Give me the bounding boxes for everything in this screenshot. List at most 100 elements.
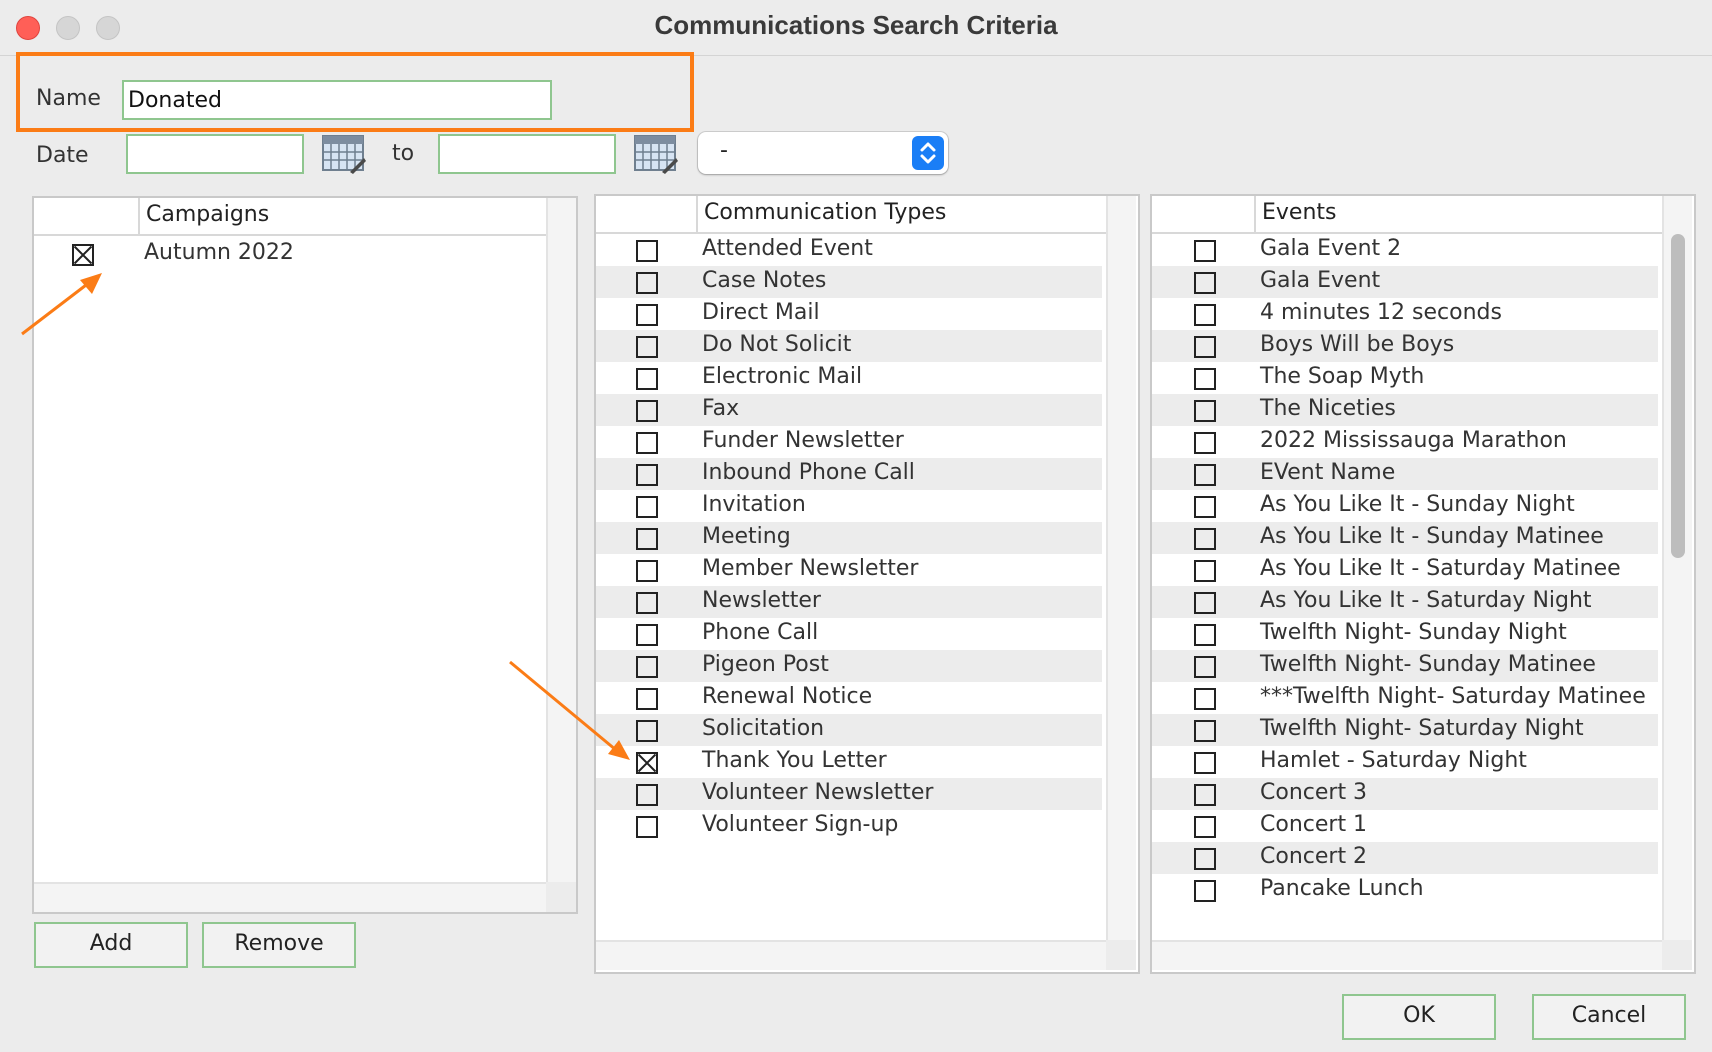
communication-types-horizontal-scrollbar[interactable] bbox=[596, 940, 1106, 970]
list-item[interactable]: As You Like It - Saturday Matinee bbox=[1152, 554, 1658, 586]
list-item[interactable]: Fax bbox=[596, 394, 1102, 426]
row-checkbox[interactable] bbox=[636, 656, 658, 678]
add-campaign-button[interactable]: Add bbox=[34, 922, 188, 968]
list-item[interactable]: Electronic Mail bbox=[596, 362, 1102, 394]
row-checkbox[interactable] bbox=[1194, 272, 1216, 294]
remove-campaign-button[interactable]: Remove bbox=[202, 922, 356, 968]
list-item[interactable]: Funder Newsletter bbox=[596, 426, 1102, 458]
list-item[interactable]: Twelfth Night- Sunday Night bbox=[1152, 618, 1658, 650]
row-checkbox[interactable] bbox=[1194, 848, 1216, 870]
row-checkbox[interactable] bbox=[1194, 240, 1216, 262]
communication-types-list[interactable]: Communication Types Attended Event Case N… bbox=[594, 194, 1140, 974]
row-checkbox[interactable] bbox=[636, 752, 658, 774]
list-item[interactable]: Concert 2 bbox=[1152, 842, 1658, 874]
list-item[interactable]: Do Not Solicit bbox=[596, 330, 1102, 362]
cancel-button[interactable]: Cancel bbox=[1532, 994, 1686, 1040]
list-item[interactable]: Invitation bbox=[596, 490, 1102, 522]
row-checkbox[interactable] bbox=[1194, 528, 1216, 550]
date-from-calendar-button[interactable] bbox=[322, 134, 366, 174]
row-checkbox[interactable] bbox=[636, 432, 658, 454]
row-checkbox[interactable] bbox=[636, 592, 658, 614]
row-checkbox[interactable] bbox=[1194, 432, 1216, 454]
communication-types-column-header[interactable]: Communication Types bbox=[698, 196, 952, 234]
list-item[interactable]: 4 minutes 12 seconds bbox=[1152, 298, 1658, 330]
list-item[interactable]: Pigeon Post bbox=[596, 650, 1102, 682]
list-item[interactable]: As You Like It - Saturday Night bbox=[1152, 586, 1658, 618]
list-item[interactable]: As You Like It - Sunday Matinee bbox=[1152, 522, 1658, 554]
list-item[interactable]: As You Like It - Sunday Night bbox=[1152, 490, 1658, 522]
campaigns-horizontal-scrollbar[interactable] bbox=[34, 882, 546, 912]
row-checkbox[interactable] bbox=[636, 816, 658, 838]
row-checkbox[interactable] bbox=[1194, 560, 1216, 582]
campaigns-checkbox-column-header[interactable] bbox=[34, 198, 140, 236]
row-checkbox[interactable] bbox=[72, 244, 94, 266]
communication-types-vertical-scrollbar[interactable] bbox=[1106, 196, 1136, 940]
row-checkbox[interactable] bbox=[636, 688, 658, 710]
row-checkbox[interactable] bbox=[1194, 400, 1216, 422]
list-item[interactable]: Solicitation bbox=[596, 714, 1102, 746]
events-list[interactable]: Events Gala Event 2 Gala Event 4 minutes 1… bbox=[1150, 194, 1696, 974]
list-item[interactable]: 2022 Mississauga Marathon bbox=[1152, 426, 1658, 458]
date-from-input[interactable] bbox=[126, 134, 304, 174]
campaigns-column-header[interactable]: Campaigns bbox=[140, 198, 275, 236]
row-checkbox[interactable] bbox=[636, 784, 658, 806]
date-to-calendar-button[interactable] bbox=[634, 134, 678, 174]
row-checkbox[interactable] bbox=[1194, 784, 1216, 806]
list-item[interactable]: The Soap Myth bbox=[1152, 362, 1658, 394]
row-checkbox[interactable] bbox=[1194, 816, 1216, 838]
list-item[interactable]: Twelfth Night- Saturday Night bbox=[1152, 714, 1658, 746]
list-item[interactable]: Thank You Letter bbox=[596, 746, 1102, 778]
name-input[interactable] bbox=[122, 80, 552, 120]
campaigns-vertical-scrollbar[interactable] bbox=[546, 198, 576, 882]
row-checkbox[interactable] bbox=[1194, 496, 1216, 518]
list-item[interactable]: Case Notes bbox=[596, 266, 1102, 298]
row-checkbox[interactable] bbox=[636, 336, 658, 358]
events-checkbox-column-header[interactable] bbox=[1152, 196, 1256, 234]
row-checkbox[interactable] bbox=[636, 272, 658, 294]
row-checkbox[interactable] bbox=[636, 496, 658, 518]
row-checkbox[interactable] bbox=[1194, 624, 1216, 646]
list-item[interactable]: Pancake Lunch bbox=[1152, 874, 1658, 906]
row-checkbox[interactable] bbox=[636, 624, 658, 646]
row-checkbox[interactable] bbox=[1194, 656, 1216, 678]
list-item[interactable]: Newsletter bbox=[596, 586, 1102, 618]
list-item[interactable]: Attended Event bbox=[596, 234, 1102, 266]
list-item[interactable]: Autumn 2022 bbox=[34, 238, 546, 270]
comm-checkbox-column-header[interactable] bbox=[596, 196, 698, 234]
campaigns-list[interactable]: Campaigns Autumn 2022 bbox=[32, 196, 578, 914]
ok-button[interactable]: OK bbox=[1342, 994, 1496, 1040]
list-item[interactable]: Member Newsletter bbox=[596, 554, 1102, 586]
list-item[interactable]: ***Twelfth Night- Saturday Matinee bbox=[1152, 682, 1658, 714]
list-item[interactable]: Concert 1 bbox=[1152, 810, 1658, 842]
row-checkbox[interactable] bbox=[636, 368, 658, 390]
list-item[interactable]: The Niceties bbox=[1152, 394, 1658, 426]
row-checkbox[interactable] bbox=[1194, 720, 1216, 742]
row-checkbox[interactable] bbox=[636, 240, 658, 262]
events-scroll-thumb[interactable] bbox=[1671, 234, 1685, 558]
row-checkbox[interactable] bbox=[636, 560, 658, 582]
events-vertical-scrollbar[interactable] bbox=[1662, 196, 1692, 940]
row-checkbox[interactable] bbox=[636, 720, 658, 742]
list-item[interactable]: Gala Event 2 bbox=[1152, 234, 1658, 266]
row-checkbox[interactable] bbox=[1194, 752, 1216, 774]
row-checkbox[interactable] bbox=[636, 528, 658, 550]
row-checkbox[interactable] bbox=[1194, 304, 1216, 326]
row-checkbox[interactable] bbox=[1194, 368, 1216, 390]
row-checkbox[interactable] bbox=[636, 400, 658, 422]
list-item[interactable]: EVent Name bbox=[1152, 458, 1658, 490]
list-item[interactable]: Gala Event bbox=[1152, 266, 1658, 298]
row-checkbox[interactable] bbox=[636, 464, 658, 486]
row-checkbox[interactable] bbox=[1194, 880, 1216, 902]
row-checkbox[interactable] bbox=[1194, 592, 1216, 614]
events-column-header[interactable]: Events bbox=[1256, 196, 1343, 234]
list-item[interactable]: Phone Call bbox=[596, 618, 1102, 650]
list-item[interactable]: Volunteer Newsletter bbox=[596, 778, 1102, 810]
list-item[interactable]: Volunteer Sign-up bbox=[596, 810, 1102, 842]
list-item[interactable]: Boys Will be Boys bbox=[1152, 330, 1658, 362]
date-range-select[interactable]: - bbox=[698, 132, 948, 174]
list-item[interactable]: Meeting bbox=[596, 522, 1102, 554]
date-to-input[interactable] bbox=[438, 134, 616, 174]
list-item[interactable]: Direct Mail bbox=[596, 298, 1102, 330]
list-item[interactable]: Inbound Phone Call bbox=[596, 458, 1102, 490]
list-item[interactable]: Hamlet - Saturday Night bbox=[1152, 746, 1658, 778]
